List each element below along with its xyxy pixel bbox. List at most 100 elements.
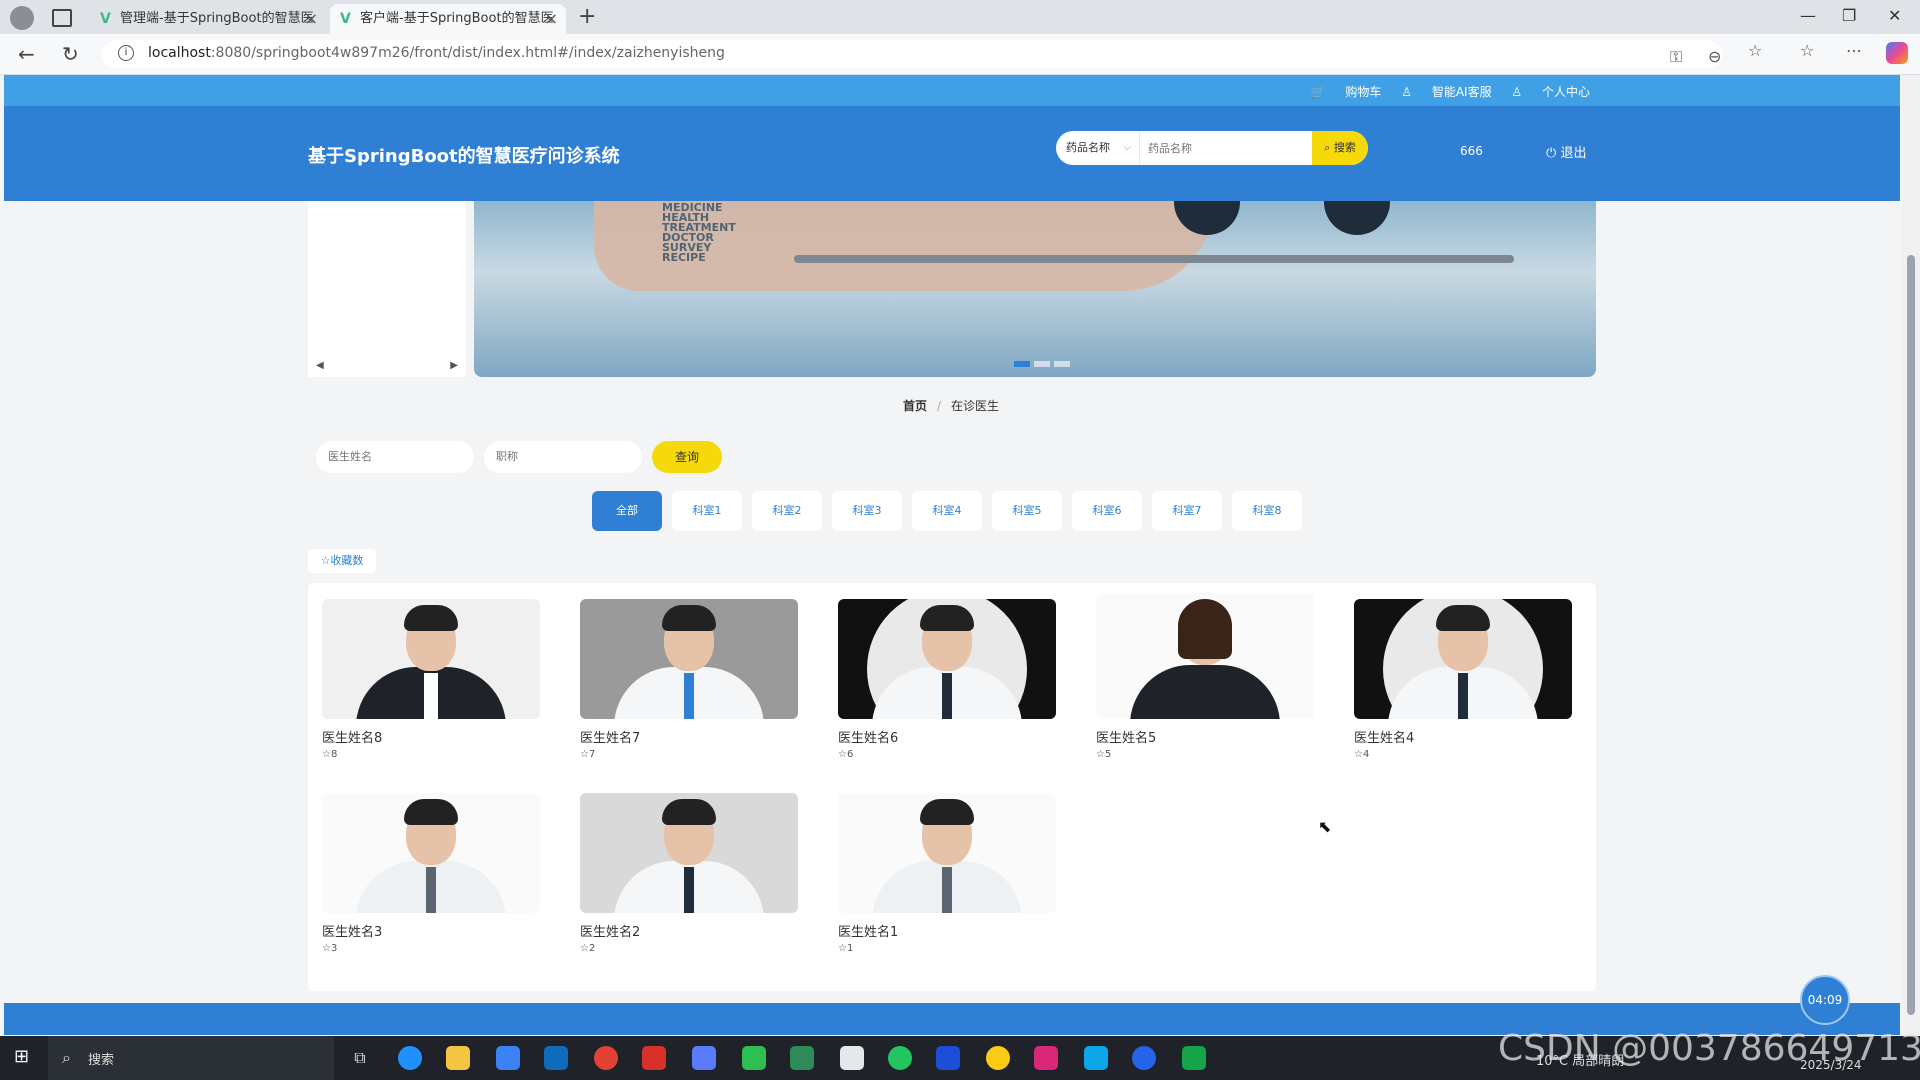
breadcrumb-current: 在诊医生 <box>951 399 1000 413</box>
app-icon[interactable] <box>888 1046 912 1070</box>
carousel-prev-icon[interactable]: ◀ <box>316 360 324 371</box>
search-icon: ⌕ <box>1324 141 1331 154</box>
csdn-watermark: CSDN @0037866497131 <box>1498 1028 1920 1069</box>
app-icon[interactable] <box>986 1046 1010 1070</box>
browser-tab-client[interactable]: V 客户端-基于SpringBoot的智慧医 × <box>330 4 566 34</box>
doctor-card[interactable]: 医生姓名3 ☆3 <box>322 793 558 983</box>
banner-words: MEDICINE HEALTH TREATMENT DOCTOR SURVEY RECI… <box>662 201 736 264</box>
doctor-card[interactable]: 医生姓名4 ☆4 <box>1354 599 1590 789</box>
p-app-icon[interactable] <box>936 1046 960 1070</box>
new-tab-button[interactable]: + <box>578 4 596 29</box>
doctor-photo <box>838 793 1056 913</box>
carousel-next-icon[interactable]: ▶ <box>450 360 458 371</box>
search-type-select[interactable]: 药品名称 ⌵ <box>1056 131 1140 165</box>
page-scrollbar[interactable] <box>1902 75 1920 1035</box>
windows-start-icon[interactable]: ⊞ <box>14 1048 32 1066</box>
profile-avatar[interactable] <box>10 6 34 30</box>
category-item[interactable]: 科室8 <box>1232 491 1302 531</box>
file-explorer-icon[interactable] <box>446 1046 470 1070</box>
figure-hair <box>920 799 974 825</box>
category-item[interactable]: 科室6 <box>1072 491 1142 531</box>
doctor-name: 医生姓名1 <box>838 925 899 940</box>
doctor-card[interactable]: 医生姓名7 ☆7 <box>580 599 816 789</box>
store-icon[interactable] <box>496 1046 520 1070</box>
refresh-icon[interactable]: ↻ <box>62 42 79 66</box>
doctor-figure <box>580 793 798 913</box>
category-item[interactable]: 科室3 <box>832 491 902 531</box>
carousel-dot[interactable] <box>1034 361 1050 367</box>
carousel-dots <box>1014 352 1074 371</box>
logout-button[interactable]: ⏻ 退出 <box>1546 142 1586 161</box>
doctor-grid: 医生姓名8 ☆8 医生姓名7 ☆7 医生姓名6 ☆6 医生姓名5 ☆5 医生姓名… <box>308 583 1596 991</box>
app-icon[interactable] <box>1084 1046 1108 1070</box>
browser-tab-admin[interactable]: V 管理端-基于SpringBoot的智慧医 × <box>90 4 326 34</box>
favorite-count: ☆4 <box>1354 749 1370 760</box>
taskbar-search[interactable]: ⌕ 搜索 <box>48 1036 334 1080</box>
favorites-list-icon[interactable]: ☆ <box>1800 41 1814 60</box>
favorite-star-icon[interactable]: ☆ <box>1748 41 1762 60</box>
figure-tie <box>942 673 952 719</box>
doctor-name-input[interactable] <box>316 441 474 473</box>
doctor-photo <box>322 599 540 719</box>
favorite-count: ☆2 <box>580 943 596 954</box>
category-item[interactable]: 科室5 <box>992 491 1062 531</box>
sort-by-favorites-button[interactable]: ☆收藏数 <box>308 549 376 573</box>
edge-icon[interactable] <box>398 1046 422 1070</box>
site-info-icon[interactable]: i <box>118 45 134 61</box>
search-input[interactable] <box>1146 137 1310 161</box>
cart-link[interactable]: 🛒 购物车 <box>1311 85 1382 99</box>
intellij-icon[interactable] <box>1034 1046 1058 1070</box>
doctor-figure <box>838 793 1056 913</box>
title-input[interactable] <box>484 441 642 473</box>
zoom-icon[interactable]: ⊖ <box>1708 47 1721 66</box>
url-field[interactable]: i localhost:8080/springboot4w897m26/fron… <box>102 40 1722 68</box>
close-tab-icon[interactable]: × <box>545 4 558 34</box>
floating-timer[interactable]: 04:09 <box>1800 975 1850 1025</box>
star-icon: ☆ <box>322 943 331 954</box>
task-view-icon[interactable]: ⧉ <box>348 1046 372 1070</box>
back-icon[interactable]: ← <box>18 42 35 66</box>
chart-app-icon[interactable] <box>790 1046 814 1070</box>
star-icon: ☆ <box>580 749 589 760</box>
doctor-card[interactable]: 医生姓名8 ☆8 <box>322 599 558 789</box>
outlook-icon[interactable] <box>544 1046 568 1070</box>
category-item[interactable]: 科室2 <box>752 491 822 531</box>
app-icon[interactable] <box>840 1046 864 1070</box>
figure-tie <box>942 867 952 913</box>
restore-icon[interactable]: ❐ <box>1842 6 1856 25</box>
carousel-dot[interactable] <box>1014 361 1030 367</box>
carousel-dot[interactable] <box>1054 361 1070 367</box>
minimize-icon[interactable]: — <box>1800 6 1816 25</box>
app-icon[interactable] <box>1132 1046 1156 1070</box>
key-icon[interactable]: ⚿ <box>1670 47 1682 67</box>
username[interactable]: 666 <box>1460 144 1483 158</box>
category-item[interactable]: 科室7 <box>1152 491 1222 531</box>
wechat-icon[interactable] <box>742 1046 766 1070</box>
close-tab-icon[interactable]: × <box>305 4 318 34</box>
tab-actions-icon[interactable] <box>52 9 72 27</box>
search-button[interactable]: ⌕ 搜索 <box>1312 131 1368 165</box>
doctor-card[interactable]: 医生姓名2 ☆2 <box>580 793 816 983</box>
doctor-card[interactable]: 医生姓名6 ☆6 <box>838 599 1074 789</box>
doctor-photo <box>580 793 798 913</box>
wps-icon[interactable] <box>642 1046 666 1070</box>
more-icon[interactable]: ⋯ <box>1846 41 1862 60</box>
user-center-link[interactable]: ♙ 个人中心 <box>1511 85 1590 99</box>
vue-logo-icon: V <box>100 11 111 27</box>
doctor-card[interactable]: 医生姓名1 ☆1 <box>838 793 1074 983</box>
copilot-icon[interactable] <box>1886 42 1908 64</box>
figure-tie <box>684 867 694 913</box>
terminal-icon[interactable] <box>1182 1046 1206 1070</box>
category-item[interactable]: 科室4 <box>912 491 982 531</box>
close-window-icon[interactable]: ✕ <box>1888 6 1901 25</box>
taskbar-search-label: 搜索 <box>88 1053 115 1068</box>
category-item[interactable]: 科室1 <box>672 491 742 531</box>
chrome-icon[interactable] <box>594 1046 618 1070</box>
query-button[interactable]: 查询 <box>652 441 722 473</box>
doctor-card[interactable]: 医生姓名5 ☆5 <box>1096 593 1332 783</box>
category-all[interactable]: 全部 <box>592 491 662 531</box>
breadcrumb-home[interactable]: 首页 <box>903 399 927 413</box>
ai-service-link[interactable]: ♙ 智能AI客服 <box>1401 85 1491 99</box>
scrollbar-thumb[interactable] <box>1907 255 1915 1015</box>
notes-icon[interactable] <box>692 1046 716 1070</box>
